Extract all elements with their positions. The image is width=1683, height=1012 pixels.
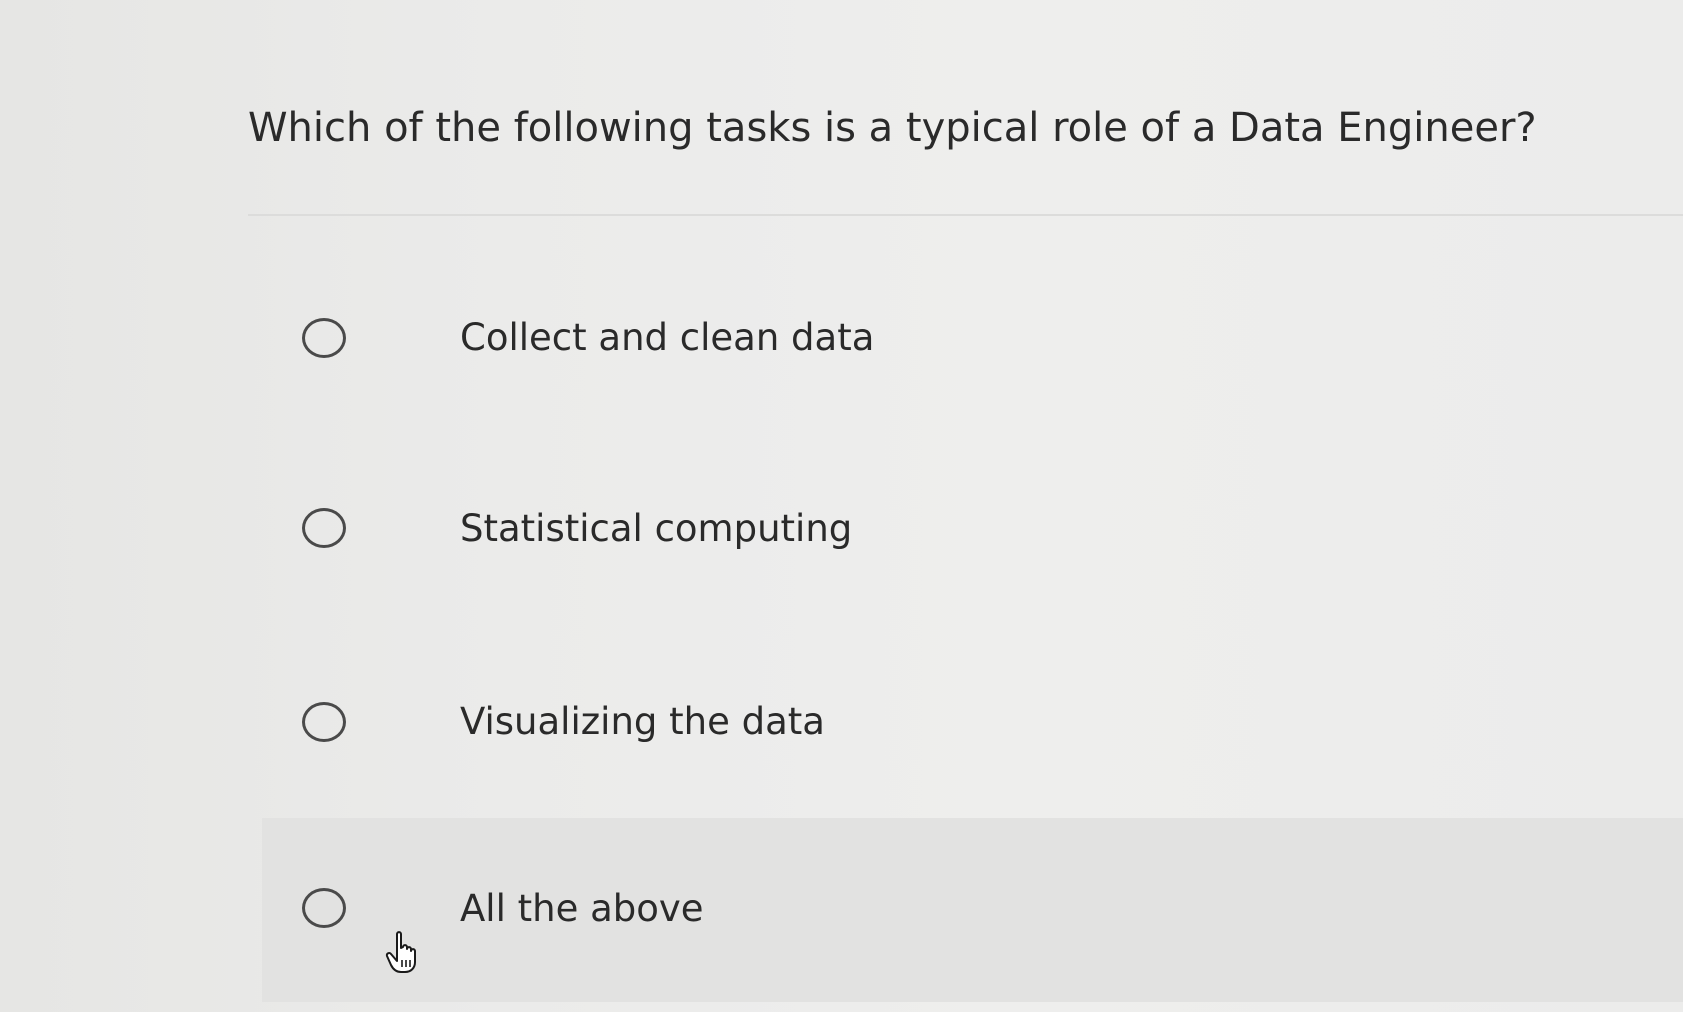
option-statistical-computing[interactable]: Statistical computing: [262, 448, 1683, 618]
option-label: All the above: [460, 887, 704, 930]
option-label: Collect and clean data: [460, 316, 875, 359]
option-collect-clean-data[interactable]: Collect and clean data: [262, 260, 1683, 430]
answer-options: Collect and clean data Statistical compu…: [0, 0, 1683, 1012]
option-label: Statistical computing: [460, 507, 853, 550]
hand-pointer-icon: [385, 930, 425, 974]
radio-button[interactable]: [302, 508, 346, 548]
option-all-the-above[interactable]: All the above: [262, 818, 1683, 1002]
quiz-page: Which of the following tasks is a typica…: [0, 0, 1683, 1012]
radio-button[interactable]: [302, 888, 346, 928]
radio-button[interactable]: [302, 702, 346, 742]
option-label: Visualizing the data: [460, 700, 825, 743]
radio-button[interactable]: [302, 318, 346, 358]
option-visualizing-data[interactable]: Visualizing the data: [262, 636, 1683, 806]
